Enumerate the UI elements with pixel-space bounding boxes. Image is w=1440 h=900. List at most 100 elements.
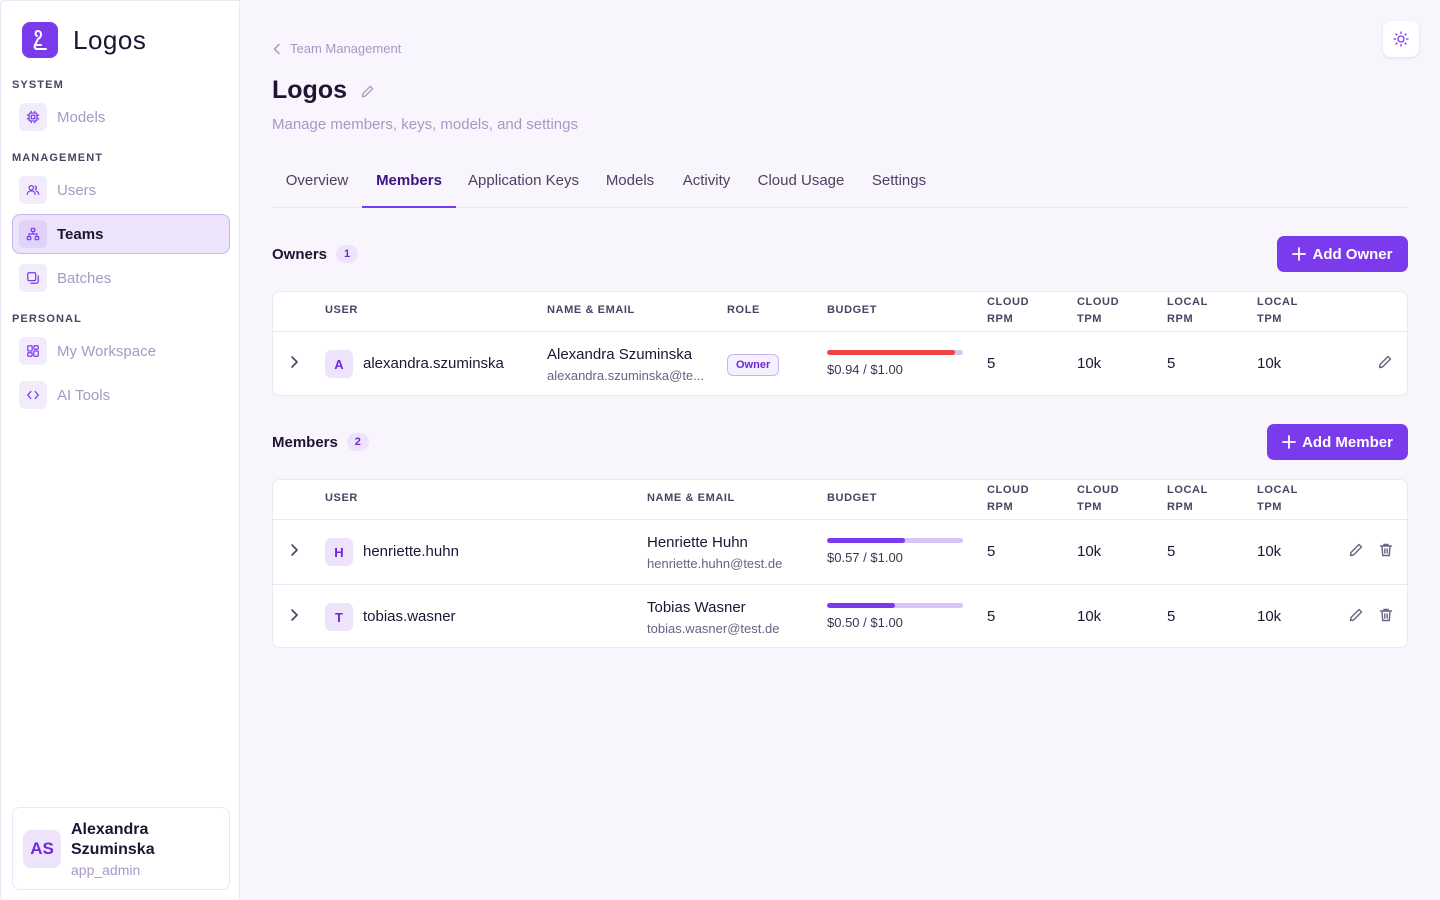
col-name-email: NAME & EMAIL bbox=[547, 304, 635, 316]
trash-icon bbox=[1379, 608, 1393, 622]
avatar: T bbox=[325, 603, 353, 631]
cloud-rpm-value: 5 bbox=[987, 608, 996, 625]
expand-row-button[interactable] bbox=[287, 607, 301, 628]
email: alexandra.szuminska@te... bbox=[547, 368, 704, 383]
col-cloud-rpm: CLOUD RPM bbox=[987, 484, 1030, 513]
tab-overview[interactable]: Overview bbox=[272, 160, 362, 208]
local-rpm-value: 5 bbox=[1167, 355, 1176, 372]
expand-row-button[interactable] bbox=[287, 542, 301, 563]
tab-bar: Overview Members Application Keys Models… bbox=[272, 160, 1408, 208]
batches-icon bbox=[19, 264, 47, 292]
budget-bar-fill bbox=[827, 538, 905, 543]
plus-icon bbox=[1292, 247, 1307, 261]
budget-text: $0.50 / $1.00 bbox=[827, 615, 903, 630]
local-tpm-value: 10k bbox=[1257, 543, 1282, 560]
col-user: USER bbox=[325, 304, 358, 316]
budget-text: $0.94 / $1.00 bbox=[827, 362, 903, 377]
table-row: A alexandra.szuminska Alexandra Szuminsk… bbox=[273, 332, 1407, 396]
local-tpm-value: 10k bbox=[1257, 608, 1282, 625]
chevron-right-icon bbox=[291, 356, 298, 368]
breadcrumb-label: Team Management bbox=[290, 41, 402, 56]
sidebar-item-ai-tools[interactable]: AI Tools bbox=[12, 375, 230, 415]
table-row: H henriette.huhn Henriette Huhn henriett… bbox=[273, 520, 1407, 584]
tab-models[interactable]: Models bbox=[591, 160, 669, 208]
add-owner-label: Add Owner bbox=[1312, 245, 1393, 263]
pencil-icon bbox=[1349, 543, 1363, 557]
full-name: Henriette Huhn bbox=[647, 534, 748, 551]
sidebar-item-users[interactable]: Users bbox=[12, 170, 230, 210]
add-member-button[interactable]: Add Member bbox=[1267, 424, 1408, 460]
owners-count-badge: 1 bbox=[336, 245, 359, 263]
tab-settings[interactable]: Settings bbox=[858, 160, 940, 208]
delete-button[interactable] bbox=[1378, 607, 1394, 628]
edit-title-button[interactable] bbox=[360, 84, 375, 104]
email: tobias.wasner@test.de bbox=[647, 621, 780, 636]
sidebar-item-models[interactable]: Models bbox=[12, 97, 230, 137]
cloud-tpm-value: 10k bbox=[1077, 543, 1102, 560]
chevron-right-icon bbox=[291, 544, 298, 556]
sidebar-item-teams[interactable]: Teams bbox=[12, 214, 230, 254]
cloud-rpm-value: 5 bbox=[987, 543, 996, 560]
edit-button[interactable] bbox=[1377, 354, 1393, 375]
cloud-tpm-value: 10k bbox=[1077, 608, 1102, 625]
tab-application-keys[interactable]: Application Keys bbox=[456, 160, 591, 208]
members-count-badge: 2 bbox=[346, 433, 369, 451]
sidebar-item-label: Batches bbox=[57, 269, 112, 287]
tab-cloud-usage[interactable]: Cloud Usage bbox=[744, 160, 858, 208]
local-rpm-value: 5 bbox=[1167, 608, 1176, 625]
col-cloud-tpm: CLOUD TPM bbox=[1077, 296, 1120, 325]
page-title: Logos bbox=[272, 76, 347, 104]
sidebar-item-label: Teams bbox=[57, 225, 104, 243]
owners-header: Owners 1 bbox=[272, 245, 359, 263]
members-title: Members bbox=[272, 433, 338, 451]
owners-title: Owners bbox=[272, 245, 328, 263]
full-name: Tobias Wasner bbox=[647, 599, 746, 616]
sidebar-item-my-workspace[interactable]: My Workspace bbox=[12, 331, 230, 371]
trash-icon bbox=[1379, 543, 1393, 557]
breadcrumb[interactable]: Team Management bbox=[272, 41, 401, 56]
table-row: T tobias.wasner Tobias Wasner tobias.was… bbox=[273, 584, 1407, 648]
theme-toggle-button[interactable] bbox=[1383, 21, 1419, 57]
delete-button[interactable] bbox=[1378, 542, 1394, 563]
chevron-left-icon bbox=[273, 43, 280, 54]
sun-icon bbox=[1393, 31, 1409, 47]
budget-text: $0.57 / $1.00 bbox=[827, 550, 903, 565]
full-name: Alexandra Szuminska bbox=[547, 346, 693, 363]
username: tobias.wasner bbox=[363, 608, 456, 625]
cloud-rpm-value: 5 bbox=[987, 355, 996, 372]
logo[interactable]: Logos bbox=[22, 22, 146, 58]
plus-icon bbox=[1282, 435, 1296, 449]
current-user-card[interactable]: AS Alexandra Szuminska app_admin bbox=[12, 807, 230, 890]
tab-activity[interactable]: Activity bbox=[669, 160, 744, 208]
expand-row-button[interactable] bbox=[287, 354, 301, 375]
pencil-icon bbox=[361, 85, 374, 98]
pencil-icon bbox=[1378, 355, 1392, 369]
col-local-rpm: LOCAL RPM bbox=[1167, 296, 1208, 325]
sidebar-item-label: Users bbox=[57, 181, 97, 199]
code-icon bbox=[19, 381, 47, 409]
pencil-icon bbox=[1349, 608, 1363, 622]
username: henriette.huhn bbox=[363, 543, 459, 560]
page-subtitle: Manage members, keys, models, and settin… bbox=[272, 116, 578, 133]
add-owner-button[interactable]: Add Owner bbox=[1277, 236, 1408, 272]
local-rpm-value: 5 bbox=[1167, 543, 1176, 560]
username: alexandra.szuminska bbox=[363, 355, 504, 372]
budget-bar bbox=[827, 538, 963, 543]
budget-bar bbox=[827, 350, 963, 355]
avatar: AS bbox=[23, 829, 61, 868]
col-local-tpm: LOCAL TPM bbox=[1257, 296, 1298, 325]
members-table: USER NAME & EMAIL BUDGET CLOUD RPM CLOUD T… bbox=[272, 479, 1408, 648]
budget-bar-fill bbox=[827, 350, 955, 355]
edit-button[interactable] bbox=[1348, 542, 1364, 563]
section-label-system: SYSTEM bbox=[12, 79, 64, 91]
avatar: A bbox=[325, 350, 353, 378]
sidebar-item-batches[interactable]: Batches bbox=[12, 258, 230, 298]
tab-members[interactable]: Members bbox=[362, 160, 456, 208]
col-local-rpm: LOCAL RPM bbox=[1167, 484, 1208, 513]
col-name-email: NAME & EMAIL bbox=[647, 492, 735, 504]
section-label-management: MANAGEMENT bbox=[12, 152, 104, 164]
edit-button[interactable] bbox=[1348, 607, 1364, 628]
col-budget: BUDGET bbox=[827, 304, 878, 316]
logo-icon bbox=[22, 22, 58, 58]
teams-icon bbox=[19, 220, 47, 248]
